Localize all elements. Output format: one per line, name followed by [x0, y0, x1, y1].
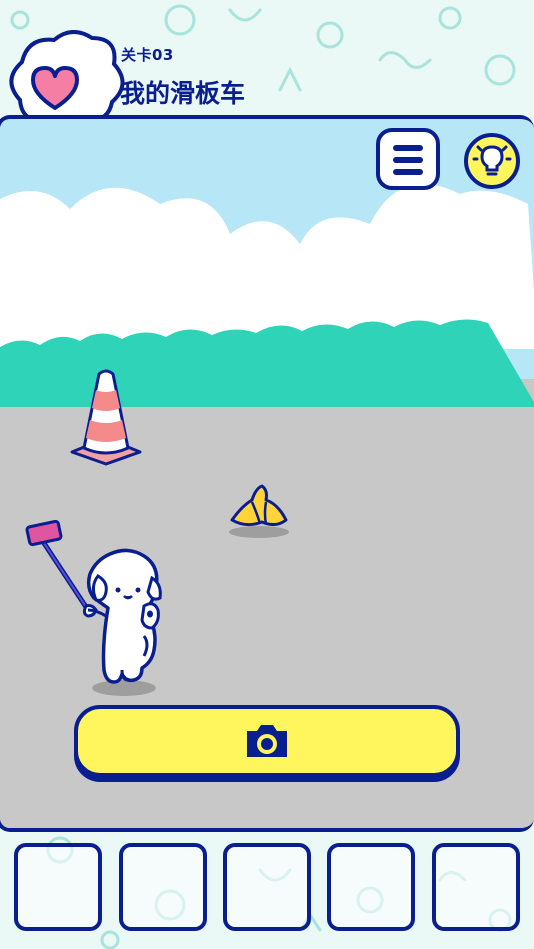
- camera-icon: [247, 725, 287, 757]
- inventory-slot-5[interactable]: [432, 843, 520, 931]
- menu-button[interactable]: [376, 128, 440, 190]
- dog-character[interactable]: [24, 520, 174, 700]
- phone-icon: [25, 520, 63, 547]
- inventory-slot-4[interactable]: [327, 843, 415, 931]
- inventory-slot-2[interactable]: [119, 843, 207, 931]
- inventory-slot-3[interactable]: [223, 843, 311, 931]
- hint-button[interactable]: [464, 133, 520, 189]
- traffic-cone[interactable]: [66, 368, 146, 466]
- camera-button[interactable]: [74, 705, 460, 777]
- level-title: 我的滑板车: [120, 79, 246, 108]
- level-label: 关卡03: [121, 46, 174, 64]
- banana-peel[interactable]: [226, 484, 292, 540]
- inventory-slot-1[interactable]: [14, 843, 102, 931]
